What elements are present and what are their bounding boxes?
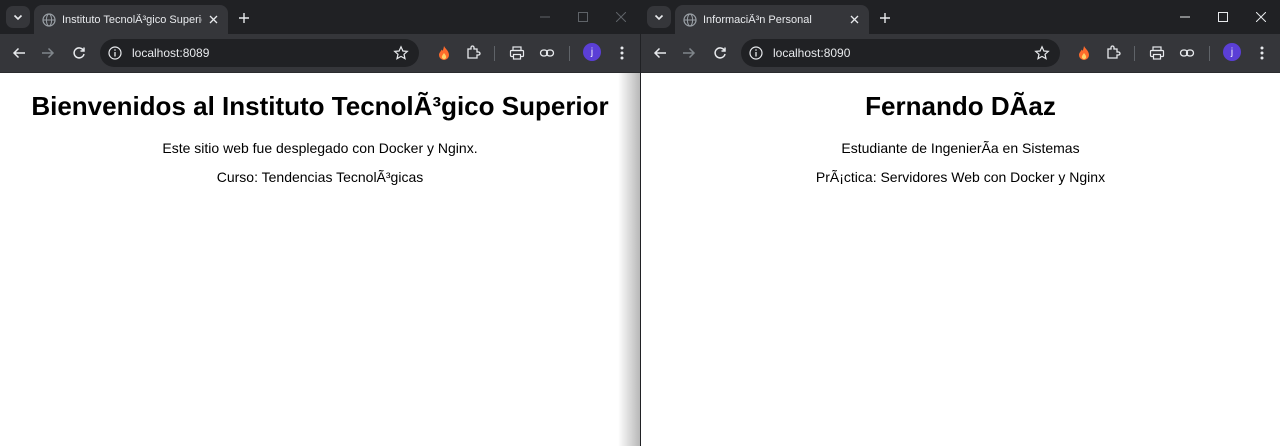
- minimize-icon[interactable]: [1166, 0, 1204, 34]
- close-icon[interactable]: [847, 13, 861, 27]
- forward-icon[interactable]: [37, 42, 59, 64]
- link-icon[interactable]: [1176, 42, 1198, 64]
- reload-icon[interactable]: [68, 42, 90, 64]
- puzzle-icon[interactable]: [1102, 42, 1124, 64]
- toolbar-separator: [1134, 46, 1135, 61]
- plus-icon[interactable]: [875, 8, 895, 28]
- info-icon[interactable]: [108, 46, 122, 60]
- forward-icon[interactable]: [678, 42, 700, 64]
- maximize-icon[interactable]: [564, 0, 602, 34]
- window-controls: [1166, 0, 1280, 34]
- page-paragraph-1: Estudiante de IngenierÃa en Sistemas: [841, 140, 1080, 156]
- toolbar-separator: [494, 46, 495, 61]
- link-icon[interactable]: [536, 42, 558, 64]
- maximize-icon[interactable]: [1204, 0, 1242, 34]
- plus-icon[interactable]: [234, 8, 254, 28]
- browser-window-right: InformaciÃ³n Personal localhost:8090 j F…: [641, 0, 1280, 446]
- menu-icon[interactable]: [611, 42, 633, 64]
- globe-icon: [683, 12, 697, 27]
- puzzle-icon[interactable]: [462, 42, 484, 64]
- toolbar: localhost:8089 j: [0, 34, 640, 73]
- page-content: Bienvenidos al Instituto TecnolÃ³gico Su…: [0, 73, 640, 446]
- reload-icon[interactable]: [709, 42, 731, 64]
- tab-active[interactable]: Instituto TecnolÃ³gico Superior: [34, 5, 228, 34]
- page-paragraph-2: PrÃ¡ctica: Servidores Web con Docker y N…: [815, 169, 1106, 185]
- info-icon[interactable]: [749, 46, 763, 60]
- flame-extension-icon[interactable]: [433, 42, 455, 64]
- star-icon[interactable]: [393, 45, 409, 61]
- tab-strip: InformaciÃ³n Personal: [641, 0, 1280, 34]
- globe-icon: [42, 12, 56, 27]
- avatar[interactable]: j: [583, 43, 601, 61]
- url-text: localhost:8090: [773, 46, 851, 60]
- close-icon[interactable]: [206, 13, 220, 27]
- avatar[interactable]: j: [1223, 43, 1241, 61]
- page-heading: Fernando DÃaz: [865, 91, 1056, 121]
- address-bar[interactable]: localhost:8090: [741, 39, 1060, 67]
- tab-strip: Instituto TecnolÃ³gico Superior: [0, 0, 640, 34]
- toolbar: localhost:8090 j: [641, 34, 1280, 73]
- tab-title: InformaciÃ³n Personal: [703, 13, 812, 26]
- menu-icon[interactable]: [1251, 42, 1273, 64]
- back-icon[interactable]: [649, 42, 671, 64]
- browser-window-left: Instituto TecnolÃ³gico Superior localhos…: [0, 0, 640, 446]
- window-controls: [526, 0, 640, 34]
- page-paragraph-1: Este sitio web fue desplegado con Docker…: [162, 140, 478, 156]
- tab-title: Instituto TecnolÃ³gico Superior: [62, 13, 202, 26]
- tab-search-icon[interactable]: [647, 6, 671, 28]
- back-icon[interactable]: [8, 42, 30, 64]
- address-bar[interactable]: localhost:8089: [100, 39, 419, 67]
- star-icon[interactable]: [1034, 45, 1050, 61]
- flame-extension-icon[interactable]: [1073, 42, 1095, 64]
- url-text: localhost:8089: [132, 46, 210, 60]
- page-heading: Bienvenidos al Instituto TecnolÃ³gico Su…: [31, 91, 609, 121]
- tab-active[interactable]: InformaciÃ³n Personal: [675, 5, 869, 34]
- tab-search-icon[interactable]: [6, 6, 30, 28]
- toolbar-separator: [569, 46, 570, 61]
- minimize-icon[interactable]: [526, 0, 564, 34]
- page-paragraph-2: Curso: Tendencias TecnolÃ³gicas: [216, 169, 424, 185]
- print-icon[interactable]: [506, 42, 528, 64]
- close-window-icon[interactable]: [1242, 0, 1280, 34]
- close-window-icon[interactable]: [602, 0, 640, 34]
- print-icon[interactable]: [1146, 42, 1168, 64]
- page-content: Fernando DÃaz Estudiante de IngenierÃa e…: [641, 73, 1280, 446]
- toolbar-separator: [1209, 46, 1210, 61]
